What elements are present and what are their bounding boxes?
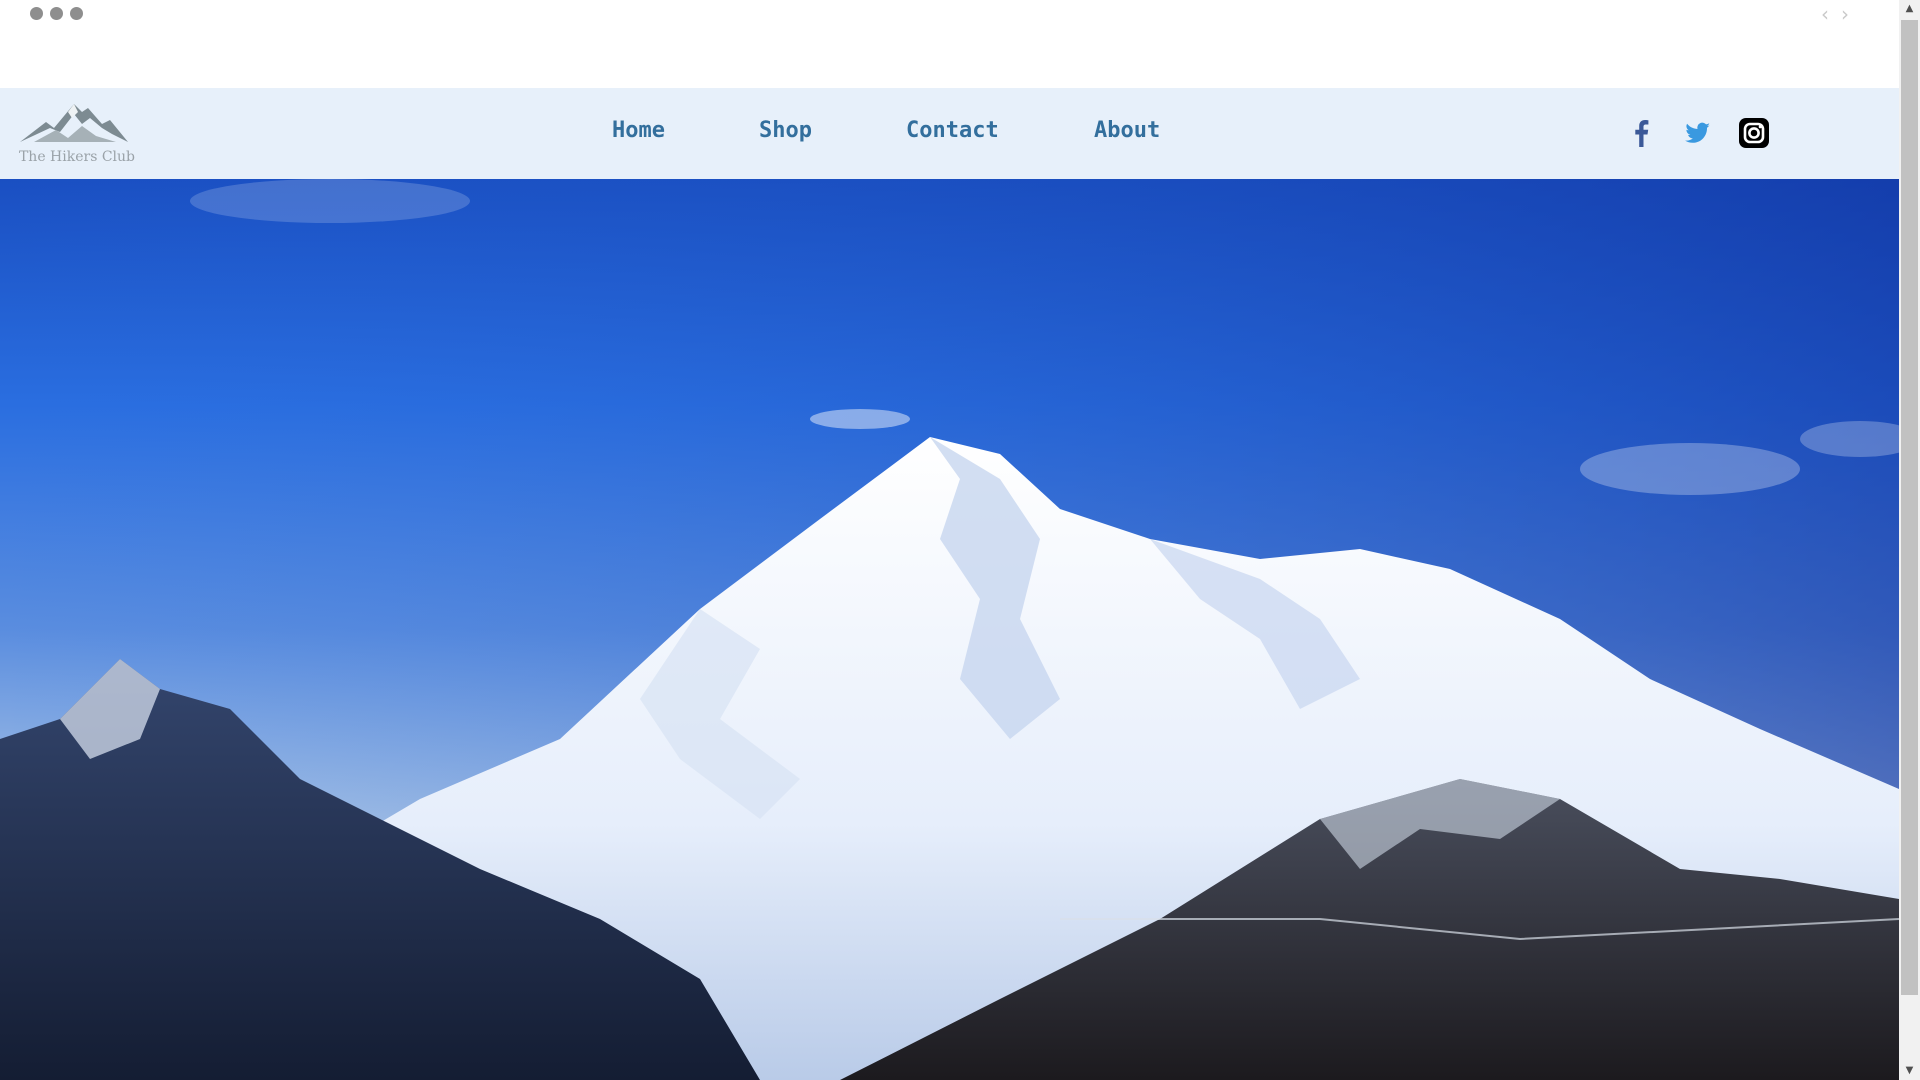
chevron-right-icon[interactable]: › [1841, 2, 1849, 26]
hero-image [0, 179, 1899, 1080]
carousel-indicators [30, 7, 83, 20]
nav-link-about[interactable]: About [1094, 118, 1160, 143]
carousel-dot[interactable] [50, 7, 63, 20]
facebook-icon[interactable] [1624, 116, 1658, 150]
logo-text: The Hikers Club [18, 149, 136, 165]
nav-link-contact[interactable]: Contact [906, 118, 999, 143]
carousel-arrows: ‹ › [1821, 2, 1849, 26]
instagram-icon[interactable] [1737, 116, 1771, 150]
scroll-thumb[interactable] [1901, 20, 1918, 995]
scroll-down-arrow-icon[interactable]: ▼ [1899, 1062, 1920, 1080]
main-nav: Home Shop Contact About [0, 118, 1899, 148]
chevron-left-icon[interactable]: ‹ [1821, 2, 1829, 26]
nav-link-shop[interactable]: Shop [759, 118, 812, 143]
nav-link-home[interactable]: Home [612, 118, 665, 143]
carousel-dot[interactable] [70, 7, 83, 20]
site-navbar: The Hikers Club Home Shop Contact About [0, 88, 1899, 179]
carousel-dot[interactable] [30, 7, 43, 20]
twitter-icon[interactable] [1680, 116, 1714, 150]
scroll-up-arrow-icon[interactable]: ▲ [1899, 0, 1920, 18]
page-viewport: ‹ › The Hikers Club Home Shop Contact Ab… [0, 0, 1899, 1080]
vertical-scrollbar[interactable]: ▲ ▼ [1899, 0, 1920, 1080]
mountain-landscape [0, 179, 1899, 1080]
